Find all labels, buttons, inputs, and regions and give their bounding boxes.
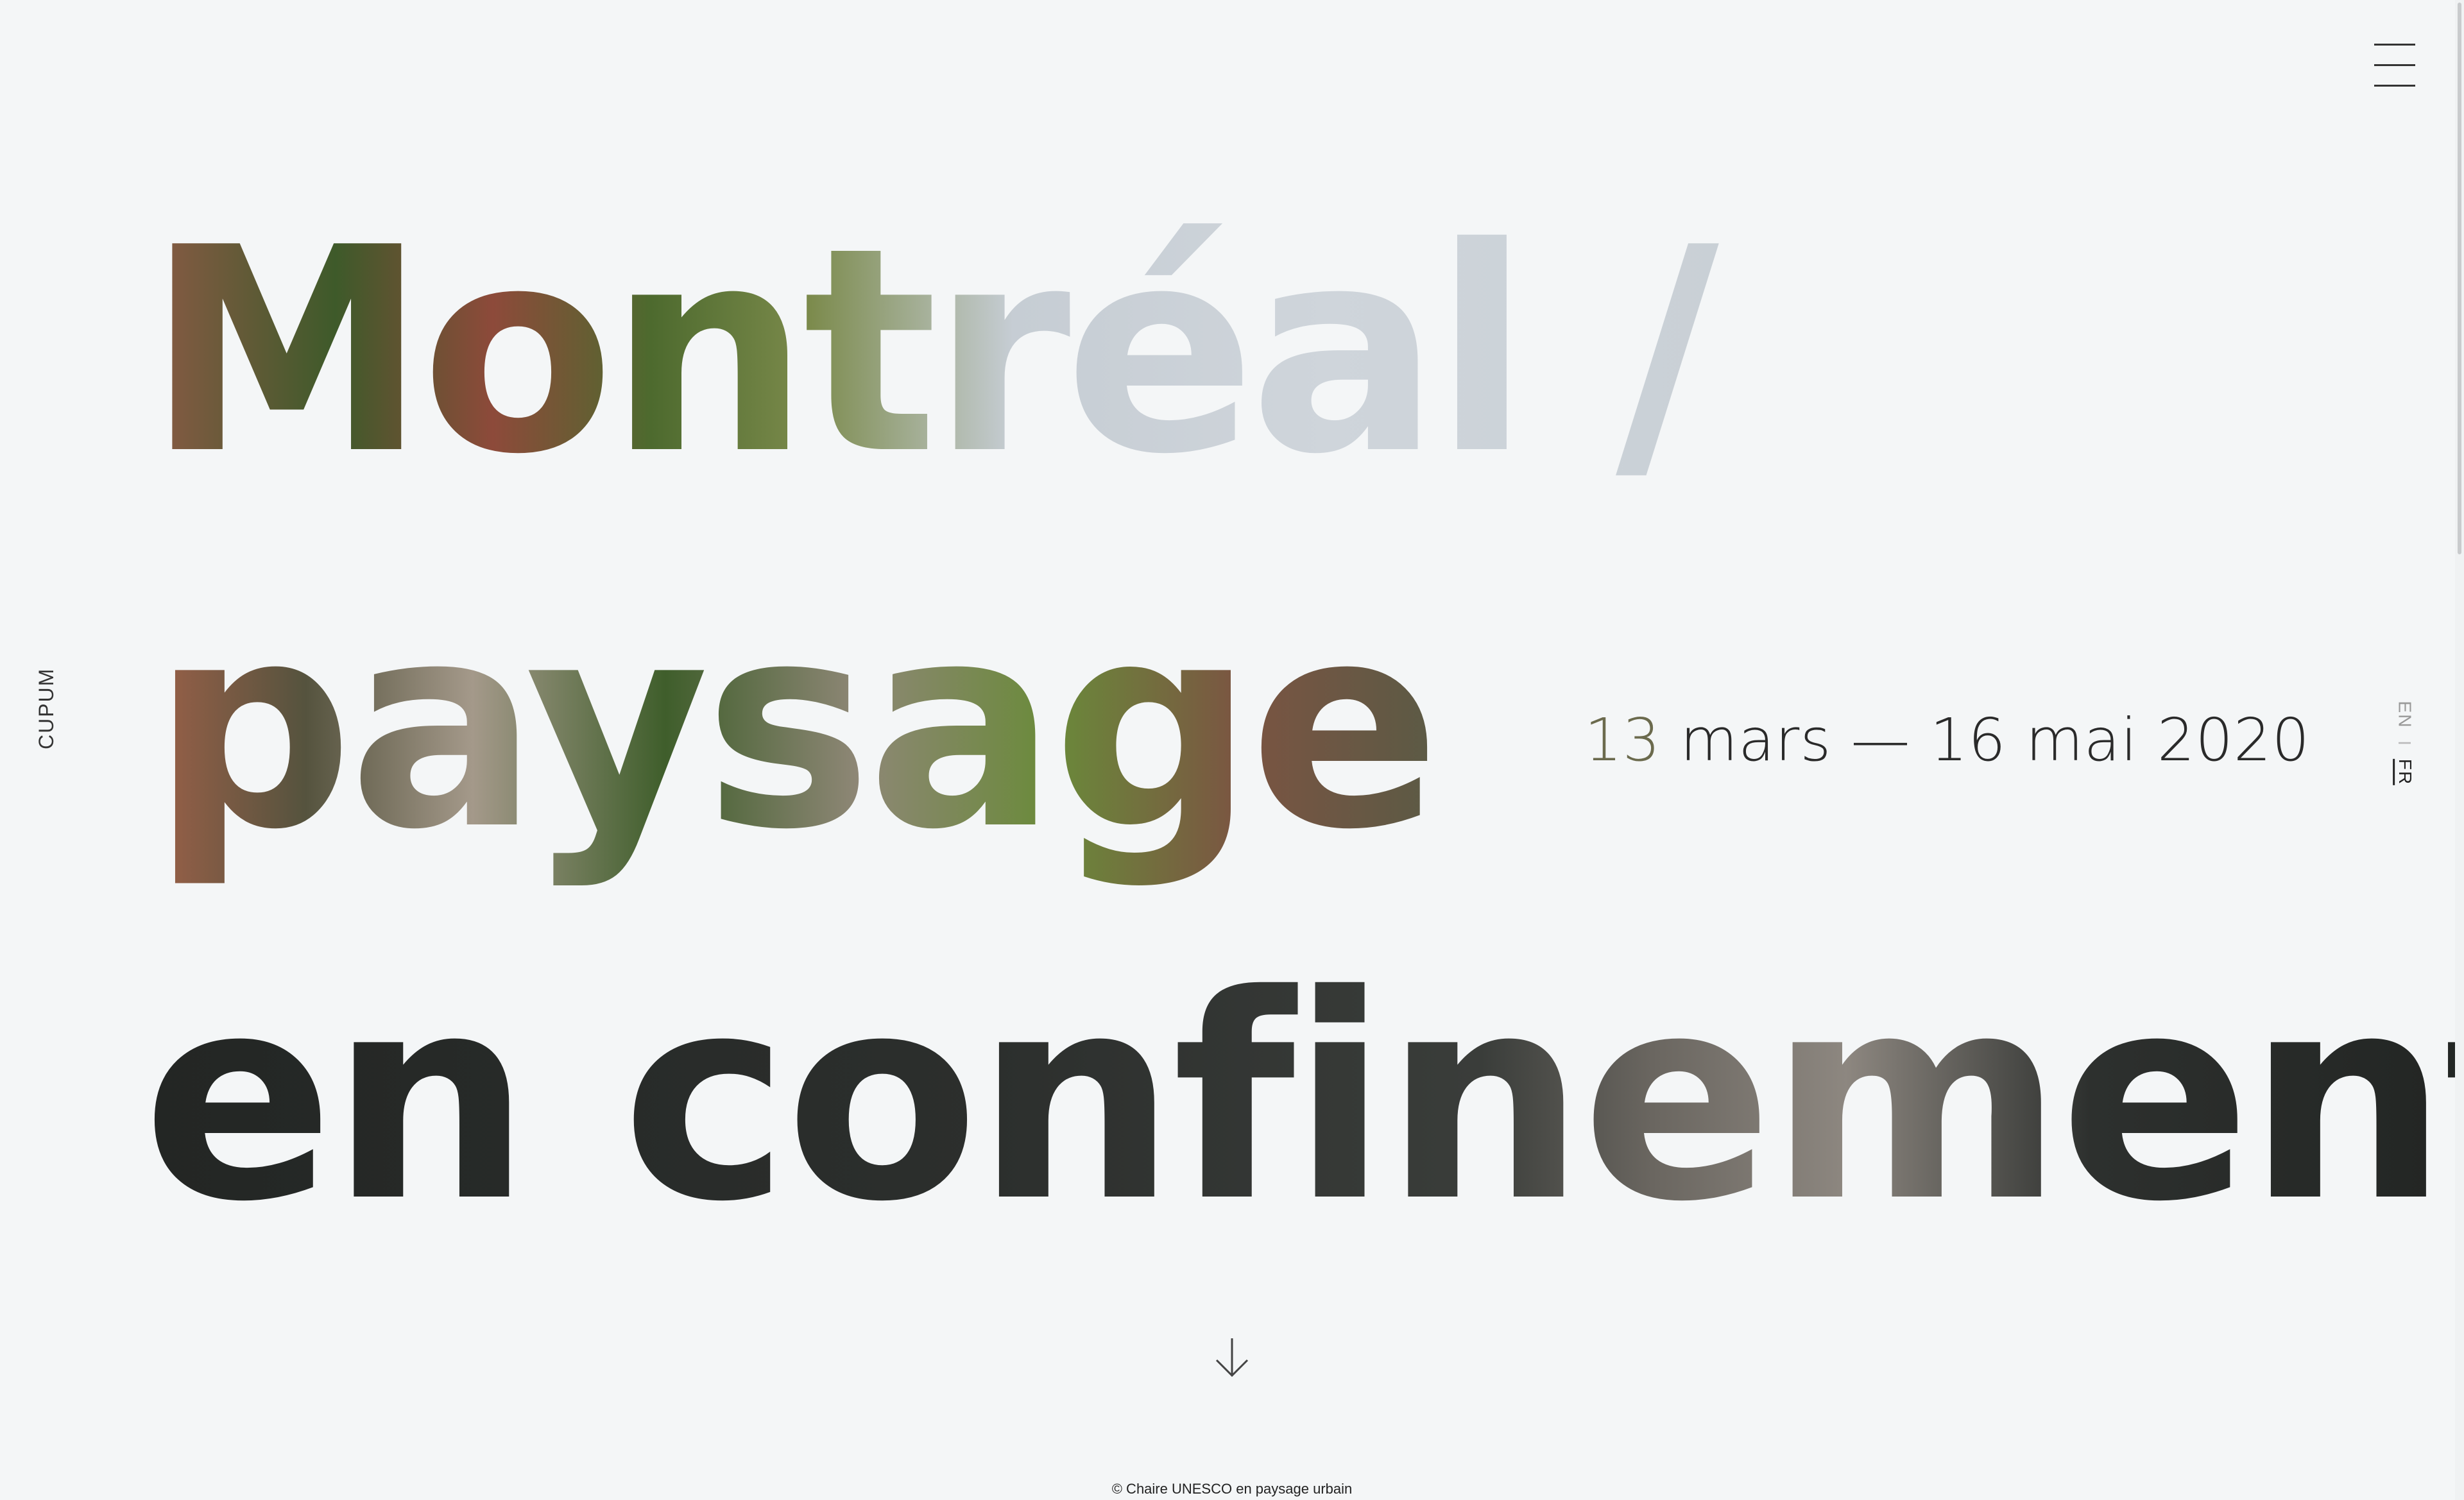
lang-separator: I bbox=[2395, 740, 2415, 746]
scrollbar-thumb[interactable] bbox=[2458, 3, 2461, 554]
headline-line-2: paysage bbox=[151, 563, 1435, 891]
headline-line-1: Montréal / bbox=[146, 187, 1722, 516]
headline-line-3: en confinement bbox=[142, 935, 2464, 1263]
hamburger-icon-bar bbox=[2374, 85, 2415, 87]
lang-fr[interactable]: FR bbox=[2393, 758, 2416, 786]
language-switcher: EN I FR bbox=[2388, 699, 2420, 796]
scroll-down-button[interactable] bbox=[1213, 1336, 1251, 1381]
arrow-down-icon bbox=[1215, 1338, 1249, 1377]
menu-button[interactable] bbox=[2374, 41, 2420, 89]
cupum-label: CUPUM bbox=[35, 667, 58, 749]
scrollbar[interactable] bbox=[2455, 0, 2464, 1500]
date-rest: mars — 16 mai 2020 bbox=[1661, 706, 2310, 774]
date-range: 13 mars — 16 mai 2020 bbox=[1584, 706, 2310, 774]
hamburger-icon-bar bbox=[2374, 64, 2415, 66]
date-start-day: 13 bbox=[1584, 706, 1661, 774]
hamburger-icon-bar bbox=[2374, 44, 2415, 46]
footer-copyright: © Chaire UNESCO en paysage urbain bbox=[1111, 1481, 1353, 1497]
lang-en[interactable]: EN bbox=[2394, 701, 2415, 729]
